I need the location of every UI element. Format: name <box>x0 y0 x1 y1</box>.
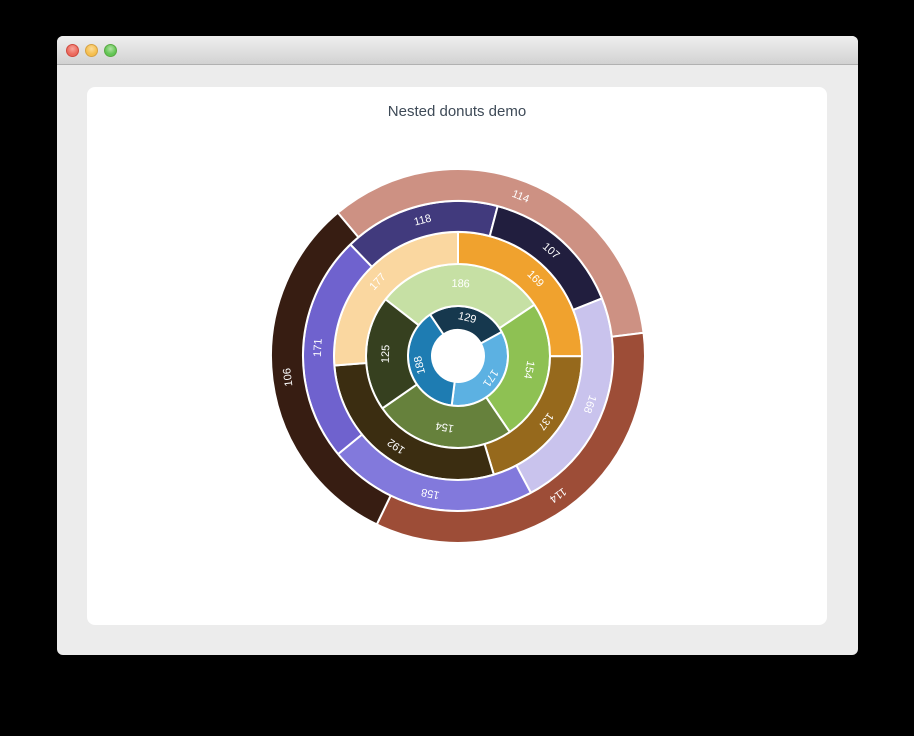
minimize-button[interactable] <box>85 44 98 57</box>
segment-label: 171 <box>312 338 325 357</box>
segment-label: 125 <box>380 345 393 364</box>
segment-label: 106 <box>281 367 295 387</box>
window-controls <box>66 44 117 57</box>
close-button[interactable] <box>66 44 79 57</box>
donut-svg: 1291711881861541541251691371921771181071… <box>87 87 827 625</box>
chart-panel: Nested donuts demo 129171188186154154125… <box>87 87 827 625</box>
window-titlebar[interactable] <box>57 36 858 65</box>
segment-label: 186 <box>451 278 470 291</box>
app-window: Nested donuts demo 129171188186154154125… <box>57 36 858 655</box>
zoom-button[interactable] <box>104 44 117 57</box>
